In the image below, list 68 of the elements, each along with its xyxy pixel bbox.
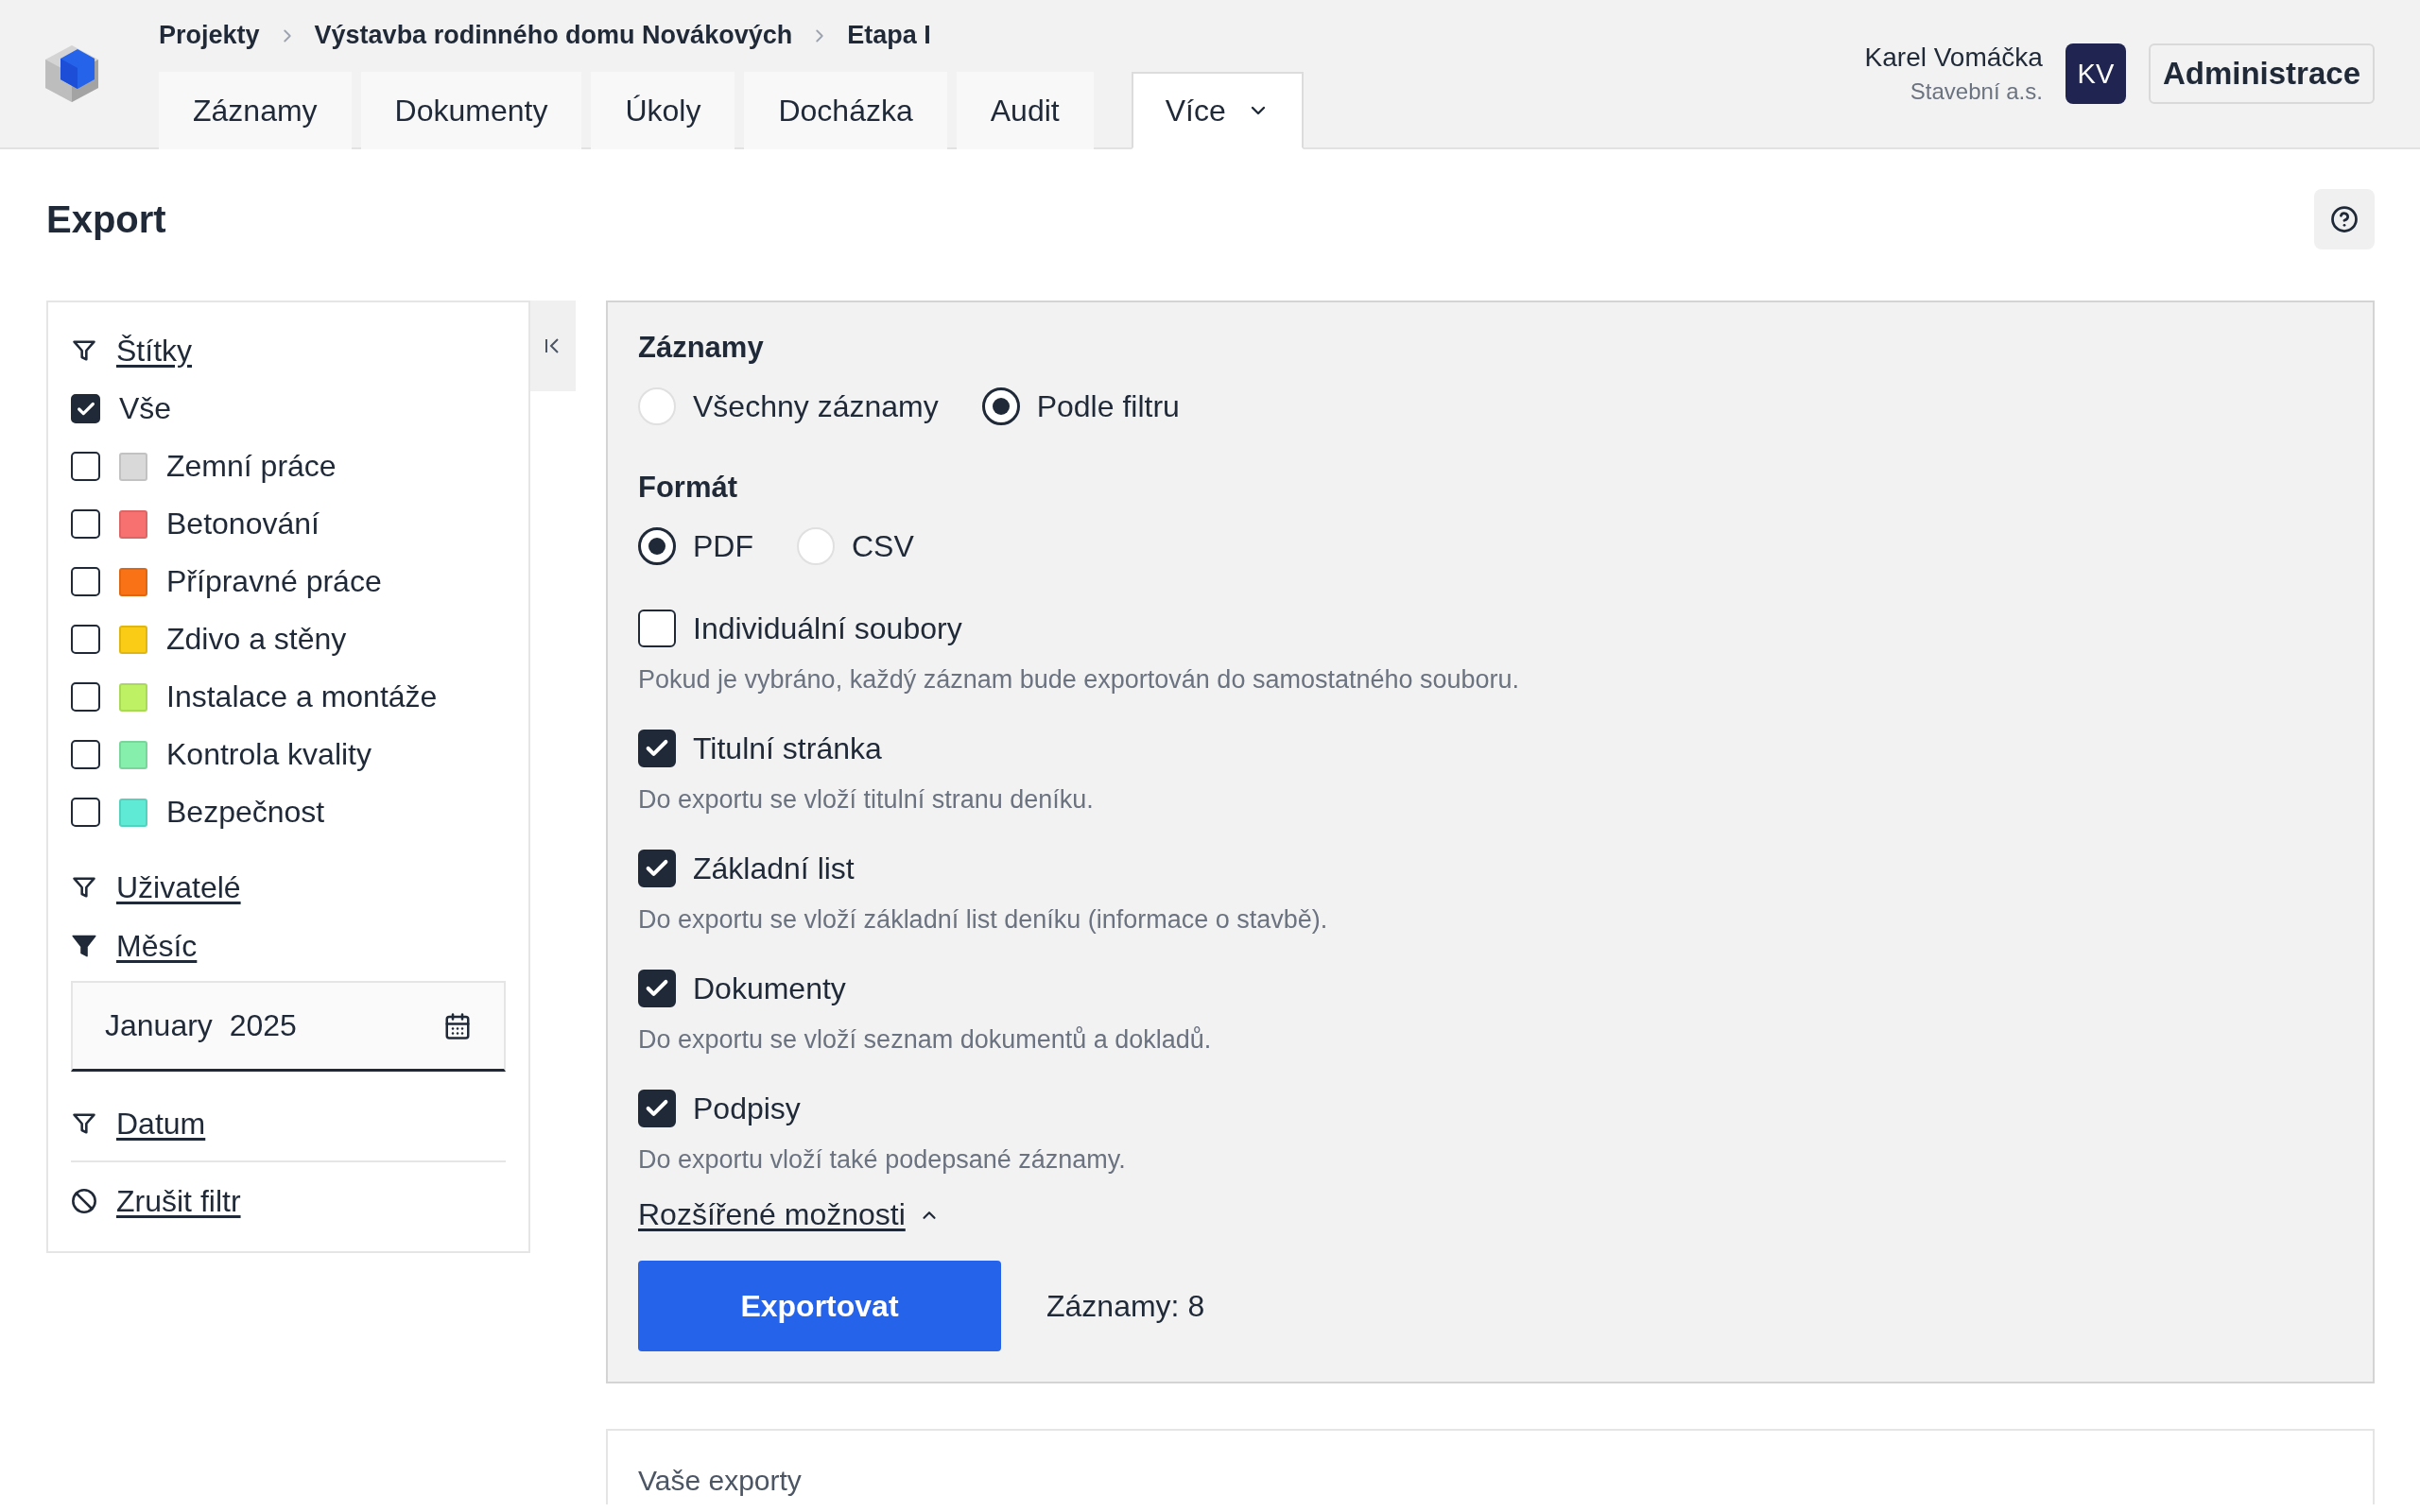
nav-tab[interactable]: Docházka bbox=[744, 72, 947, 149]
section-heading: Záznamy bbox=[638, 331, 765, 365]
radio-option[interactable]: PDF bbox=[638, 527, 753, 565]
checkbox-option[interactable]: Individuální soubory bbox=[638, 607, 2342, 650]
panel-title: Vaše exporty bbox=[638, 1465, 803, 1497]
nav-tab[interactable]: Audit bbox=[956, 72, 1094, 149]
record-count: Záznamy: 8 bbox=[1046, 1288, 1205, 1324]
nav-tab[interactable]: Dokumenty bbox=[360, 72, 582, 149]
user-avatar[interactable]: KV bbox=[2065, 43, 2126, 104]
export-button[interactable]: Exportovat bbox=[638, 1261, 1001, 1351]
nav-tab[interactable]: Záznamy bbox=[159, 72, 352, 149]
checkbox-option[interactable]: Titulní stránka bbox=[638, 727, 2342, 770]
filter-link[interactable]: Datum bbox=[116, 1106, 206, 1142]
page-title: Export bbox=[46, 198, 166, 241]
checkbox-option[interactable]: Základní list bbox=[638, 847, 2342, 890]
company-name: Stavební a.s. bbox=[1910, 78, 2043, 105]
tag-label[interactable]: Zemní práce bbox=[166, 449, 337, 484]
option-hint: Pokud je vybráno, každý záznam bude exportován do samostatného souboru. bbox=[638, 665, 1521, 695]
breadcrumb-link[interactable]: Etapa I bbox=[847, 21, 931, 50]
checkbox[interactable] bbox=[71, 625, 100, 654]
nav-tab[interactable]: Úkoly bbox=[591, 72, 735, 149]
checkbox-option[interactable]: Dokumenty bbox=[638, 967, 2342, 1010]
checkbox[interactable] bbox=[71, 394, 100, 423]
help-button[interactable] bbox=[2314, 189, 2375, 249]
tag-label[interactable]: Zdivo a stěny bbox=[166, 622, 347, 657]
user-name: Karel Vomáčka bbox=[1864, 43, 2043, 73]
clear-filter-link[interactable]: Zrušit filtr bbox=[116, 1183, 241, 1219]
checkbox[interactable] bbox=[71, 452, 100, 481]
logo-icon bbox=[43, 43, 100, 104]
help-icon bbox=[2330, 205, 2359, 233]
tag-label[interactable]: Instalace a montáže bbox=[166, 679, 438, 714]
section-heading: Formát bbox=[638, 471, 739, 505]
filter-link[interactable]: Štítky bbox=[116, 333, 192, 369]
radio-option[interactable]: CSV bbox=[797, 527, 914, 565]
tag-label[interactable]: Kontrola kvality bbox=[166, 737, 372, 772]
filter-link[interactable]: Měsíc bbox=[116, 928, 198, 964]
option-hint: Do exportu se vloží základní list deníku (informace o stavbě). bbox=[638, 905, 1329, 935]
radio-button[interactable] bbox=[981, 387, 1020, 425]
tag-label[interactable]: Vše bbox=[119, 391, 172, 426]
checkbox[interactable] bbox=[71, 509, 100, 539]
option-hint: Do exportu vloží také podepsané záznamy. bbox=[638, 1145, 1127, 1175]
nav-tab[interactable]: Více bbox=[1131, 72, 1304, 149]
ban-icon bbox=[71, 1188, 97, 1214]
advanced-options-link[interactable]: Rozšířené možnosti bbox=[638, 1197, 940, 1232]
checkbox[interactable] bbox=[638, 970, 676, 1007]
checkbox[interactable] bbox=[71, 682, 100, 712]
option-hint: Do exportu se vloží titulní stranu deníku. bbox=[638, 785, 1095, 815]
checkbox[interactable] bbox=[638, 850, 676, 887]
radio-option[interactable]: Podle filtru bbox=[981, 387, 1180, 425]
tag-label[interactable]: Přípravné práce bbox=[166, 564, 382, 599]
admin-button[interactable]: Administrace bbox=[2148, 43, 2375, 104]
checkbox[interactable] bbox=[638, 610, 676, 647]
checkbox[interactable] bbox=[638, 1090, 676, 1127]
tag-label[interactable]: Bezpečnost bbox=[166, 795, 325, 830]
checkbox-option[interactable]: Podpisy bbox=[638, 1087, 2342, 1130]
checkbox[interactable] bbox=[638, 730, 676, 767]
radio-option[interactable]: Všechny záznamy bbox=[638, 387, 939, 425]
filter-link[interactable]: Uživatelé bbox=[116, 869, 241, 905]
month-field[interactable]: January 2025 bbox=[71, 981, 506, 1072]
checkbox[interactable] bbox=[71, 740, 100, 769]
option-hint: Do exportu se vloží seznam dokumentů a dokladů. bbox=[638, 1025, 1213, 1055]
calendar-icon bbox=[443, 1011, 472, 1040]
checkbox[interactable] bbox=[71, 798, 100, 827]
radio-button[interactable] bbox=[638, 527, 676, 565]
breadcrumb-link[interactable]: Výstavba rodinného domu Novákových bbox=[314, 21, 793, 50]
tag-label[interactable]: Betonování bbox=[166, 507, 320, 541]
checkbox[interactable] bbox=[71, 567, 100, 596]
breadcrumb-link[interactable]: Projekty bbox=[159, 21, 260, 50]
